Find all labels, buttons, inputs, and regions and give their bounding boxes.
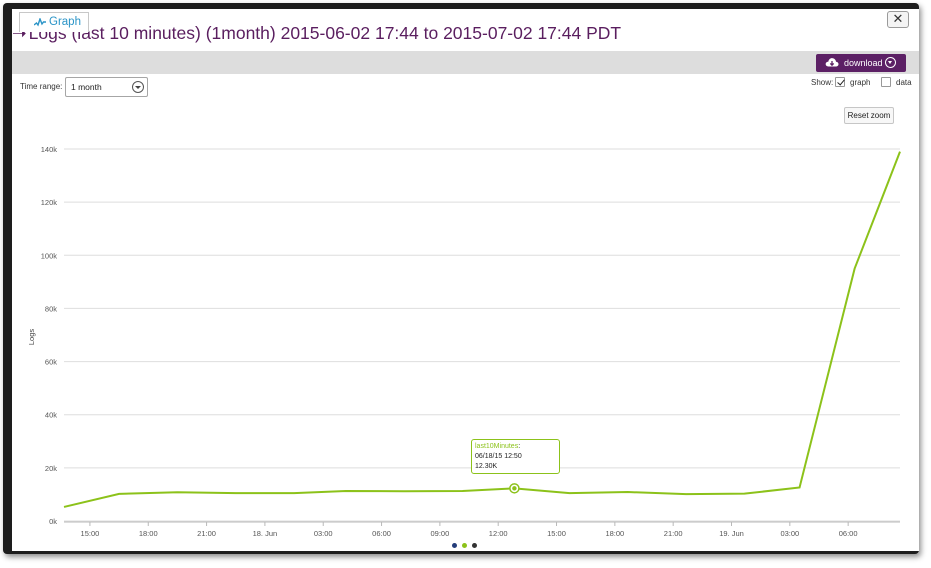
x-tick-label: 21:00 xyxy=(664,529,683,538)
y-tick-label: 100k xyxy=(41,251,58,260)
y-tick-label: 140k xyxy=(41,145,58,154)
pager-dot[interactable] xyxy=(452,543,457,548)
x-tick-label: 06:00 xyxy=(839,529,858,538)
x-tick-label: 19. Jun xyxy=(719,529,744,538)
x-tick-label: 18:00 xyxy=(139,529,158,538)
y-tick-label: 0k xyxy=(49,517,57,526)
tooltip-datetime: 06/18/15 12:50 xyxy=(475,453,522,460)
modal-panel: ➝ Logs (last 10 minutes) (1month) 2015-06… xyxy=(12,9,919,551)
tooltip-separator: : xyxy=(518,443,521,450)
x-tick-label: 21:00 xyxy=(197,529,216,538)
tooltip-value: 12.30K xyxy=(475,463,498,470)
x-tick-label: 03:00 xyxy=(314,529,333,538)
highlighted-point xyxy=(512,486,517,491)
chart-tooltip: last10Minutes: 06/18/15 12:50 12.30K xyxy=(471,439,560,474)
pager-dot[interactable] xyxy=(472,543,477,548)
x-tick-label: 06:00 xyxy=(372,529,391,538)
pager-dot[interactable] xyxy=(462,543,467,548)
tooltip-series-name: last10Minutes xyxy=(475,443,519,450)
y-tick-label: 20k xyxy=(45,464,57,473)
x-tick-label: 03:00 xyxy=(780,529,799,538)
x-tick-label: 15:00 xyxy=(547,529,566,538)
y-axis-label: Logs xyxy=(27,329,36,346)
x-tick-label: 09:00 xyxy=(430,529,449,538)
y-tick-label: 60k xyxy=(45,358,57,367)
x-tick-label: 18. Jun xyxy=(253,529,278,538)
x-tick-label: 15:00 xyxy=(81,529,100,538)
logs-line-chart: 0k 20k 40k 60k 80k 100k 120k 140k 15:00 18:00 21:0… xyxy=(27,145,901,538)
modal-frame: ➝ Logs (last 10 minutes) (1month) 2015-06… xyxy=(3,3,919,554)
y-tick-label: 80k xyxy=(45,304,57,313)
y-tick-label: 120k xyxy=(41,198,58,207)
x-tick-label: 12:00 xyxy=(489,529,508,538)
y-tick-label: 40k xyxy=(45,411,57,420)
pager-dots xyxy=(452,543,482,549)
x-tick-label: 18:00 xyxy=(605,529,624,538)
